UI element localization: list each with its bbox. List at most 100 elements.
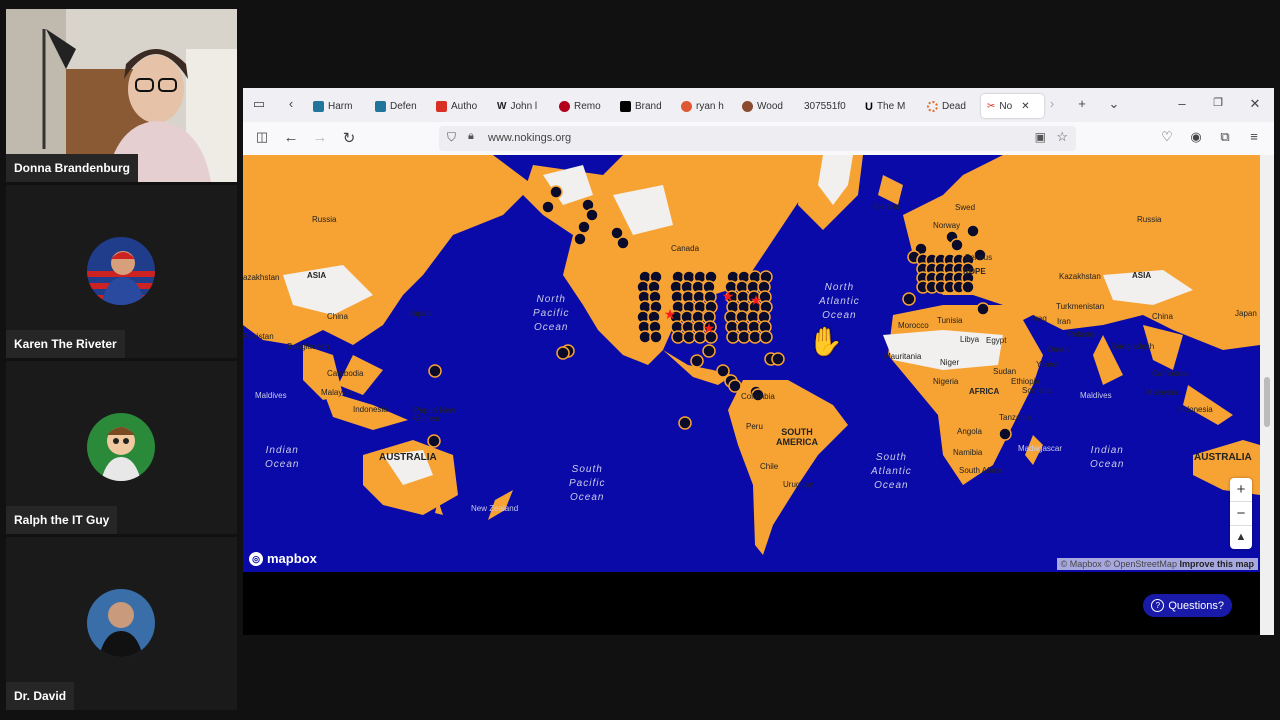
tab[interactable]: Wood bbox=[742, 94, 788, 118]
tab[interactable]: Harm bbox=[313, 94, 359, 118]
map-place-label: Pakistan bbox=[1068, 330, 1099, 339]
zoom-out-button[interactable]: − bbox=[1230, 502, 1252, 526]
participant-name: Dr. David bbox=[6, 682, 75, 710]
map-marker[interactable] bbox=[671, 330, 685, 344]
scrollbar-thumb[interactable] bbox=[1264, 377, 1270, 427]
map-place-label: Bangladesh bbox=[287, 342, 330, 351]
star-marker-icon[interactable]: ★ bbox=[703, 320, 716, 336]
map-place-label: Morocco bbox=[898, 321, 929, 330]
map-marker[interactable] bbox=[556, 346, 570, 360]
lock-icon[interactable]: 🔒︎ bbox=[468, 130, 474, 143]
map-marker[interactable] bbox=[577, 220, 591, 234]
tab[interactable]: Defen bbox=[375, 94, 421, 118]
world-map[interactable]: ★ ★ ★ ★ North Pacific Ocean North Atlantic … bbox=[243, 155, 1260, 572]
map-marker[interactable] bbox=[728, 379, 742, 393]
map-marker[interactable] bbox=[690, 354, 704, 368]
star-marker-icon[interactable]: ★ bbox=[722, 288, 735, 304]
list-tabs-icon[interactable]: ⌄ bbox=[1105, 96, 1123, 112]
map-marker[interactable] bbox=[649, 330, 663, 344]
minimize-icon[interactable]: – bbox=[1173, 96, 1191, 111]
tabs-scroll-left-icon[interactable]: ‹ bbox=[282, 96, 300, 111]
account-icon[interactable]: ◉ bbox=[1187, 129, 1205, 145]
menu-icon[interactable]: ≡ bbox=[1245, 129, 1263, 144]
map-marker[interactable] bbox=[902, 292, 916, 306]
map-marker[interactable] bbox=[573, 232, 587, 246]
participant-tile-donna[interactable]: Donna Brandenburg bbox=[6, 9, 237, 182]
map-place-label: ROPE bbox=[963, 267, 986, 276]
reader-view-icon[interactable]: ▣ bbox=[1035, 130, 1046, 144]
tab-label: Dead bbox=[942, 100, 966, 112]
map-marker[interactable] bbox=[702, 344, 716, 358]
tabs-scroll-right-icon[interactable]: › bbox=[1043, 96, 1061, 111]
map-place-label: Swed bbox=[955, 203, 976, 212]
tab-label: Brand bbox=[635, 100, 662, 112]
url-bar[interactable]: ⛉ 🔒︎ www.nokings.org ▣ ☆ bbox=[439, 126, 1076, 151]
tab[interactable]: 307551f0 bbox=[804, 94, 850, 118]
ocean-label: South Pacific Ocean bbox=[569, 464, 606, 503]
tab-active[interactable]: ✂ No ✕ bbox=[981, 94, 1044, 118]
close-window-icon[interactable]: ✕ bbox=[1246, 96, 1264, 112]
star-marker-icon[interactable]: ★ bbox=[750, 292, 763, 308]
map-marker[interactable] bbox=[716, 364, 730, 378]
tab-label: 307551f0 bbox=[804, 100, 846, 112]
mapbox-logo[interactable]: ◎ mapbox bbox=[249, 551, 317, 566]
map-attribution[interactable]: © Mapbox © OpenStreetMap Improve this ma… bbox=[1056, 558, 1258, 570]
forward-icon[interactable]: → bbox=[311, 129, 329, 146]
tab-label: ryan h bbox=[696, 100, 724, 112]
map-marker[interactable] bbox=[638, 330, 652, 344]
bookmark-star-icon[interactable]: ☆ bbox=[1056, 129, 1068, 145]
participant-tile-david[interactable]: Dr. David bbox=[6, 537, 237, 710]
tab[interactable]: U The M bbox=[865, 94, 911, 118]
map-marker[interactable] bbox=[682, 330, 696, 344]
pocket-icon[interactable]: ♡ bbox=[1158, 129, 1176, 145]
back-icon[interactable]: ← bbox=[282, 129, 300, 146]
participant-tile-ralph[interactable]: Ralph the IT Guy bbox=[6, 361, 237, 534]
shield-icon[interactable]: ⛉ bbox=[447, 130, 456, 145]
improve-map-link[interactable]: Improve this map bbox=[1179, 559, 1254, 569]
map-marker[interactable] bbox=[950, 238, 964, 252]
map-marker[interactable] bbox=[678, 416, 692, 430]
attribution-text[interactable]: © Mapbox © OpenStreetMap bbox=[1061, 559, 1177, 569]
map-marker[interactable] bbox=[585, 208, 599, 222]
compass-button[interactable]: ▲ bbox=[1230, 526, 1252, 549]
map-marker[interactable] bbox=[961, 280, 975, 294]
map-marker[interactable] bbox=[748, 330, 762, 344]
participant-name: Donna Brandenburg bbox=[6, 154, 138, 182]
tab[interactable]: Remo bbox=[559, 94, 605, 118]
map-marker[interactable] bbox=[737, 330, 751, 344]
sidebar-icon[interactable]: ◫ bbox=[253, 129, 271, 145]
tab[interactable]: W John l bbox=[497, 94, 543, 118]
map-marker[interactable] bbox=[771, 352, 785, 366]
map-marker[interactable] bbox=[428, 364, 442, 378]
new-tab-icon[interactable]: + bbox=[1073, 96, 1091, 111]
ocean-label: North Pacific Ocean bbox=[533, 294, 570, 333]
questions-button[interactable]: ? Questions? bbox=[1143, 594, 1232, 617]
tab-groups-icon[interactable]: ▭ bbox=[250, 96, 268, 112]
zoom-in-button[interactable]: + bbox=[1230, 478, 1252, 502]
map-place-label: Papua New Guinea bbox=[414, 406, 456, 423]
tab[interactable]: Brand bbox=[620, 94, 666, 118]
map-place-label: Oman bbox=[1047, 345, 1069, 354]
map-place-label: China bbox=[1152, 312, 1173, 321]
map-marker[interactable] bbox=[541, 200, 555, 214]
star-marker-icon[interactable]: ★ bbox=[664, 306, 677, 322]
participant-tile-karen[interactable]: Karen The Riveter bbox=[6, 185, 237, 358]
map-marker[interactable] bbox=[427, 434, 441, 448]
tab[interactable]: ryan h bbox=[681, 94, 727, 118]
map-marker[interactable] bbox=[549, 185, 563, 199]
close-tab-icon[interactable]: ✕ bbox=[1021, 101, 1029, 112]
tab[interactable]: Autho bbox=[436, 94, 482, 118]
extensions-icon[interactable]: ⧉ bbox=[1216, 129, 1234, 145]
reload-icon[interactable]: ↻ bbox=[340, 129, 358, 147]
photo-avatar bbox=[87, 589, 155, 657]
tab[interactable]: Dead bbox=[927, 94, 973, 118]
map-marker[interactable] bbox=[998, 427, 1012, 441]
restore-icon[interactable]: ❐ bbox=[1209, 96, 1227, 109]
map-marker[interactable] bbox=[966, 224, 980, 238]
map-marker[interactable] bbox=[616, 236, 630, 250]
url-text[interactable]: www.nokings.org bbox=[488, 132, 571, 144]
map-marker[interactable] bbox=[759, 330, 773, 344]
map-marker[interactable] bbox=[976, 302, 990, 316]
map-marker[interactable] bbox=[726, 330, 740, 344]
scrollbar[interactable] bbox=[1260, 155, 1274, 635]
